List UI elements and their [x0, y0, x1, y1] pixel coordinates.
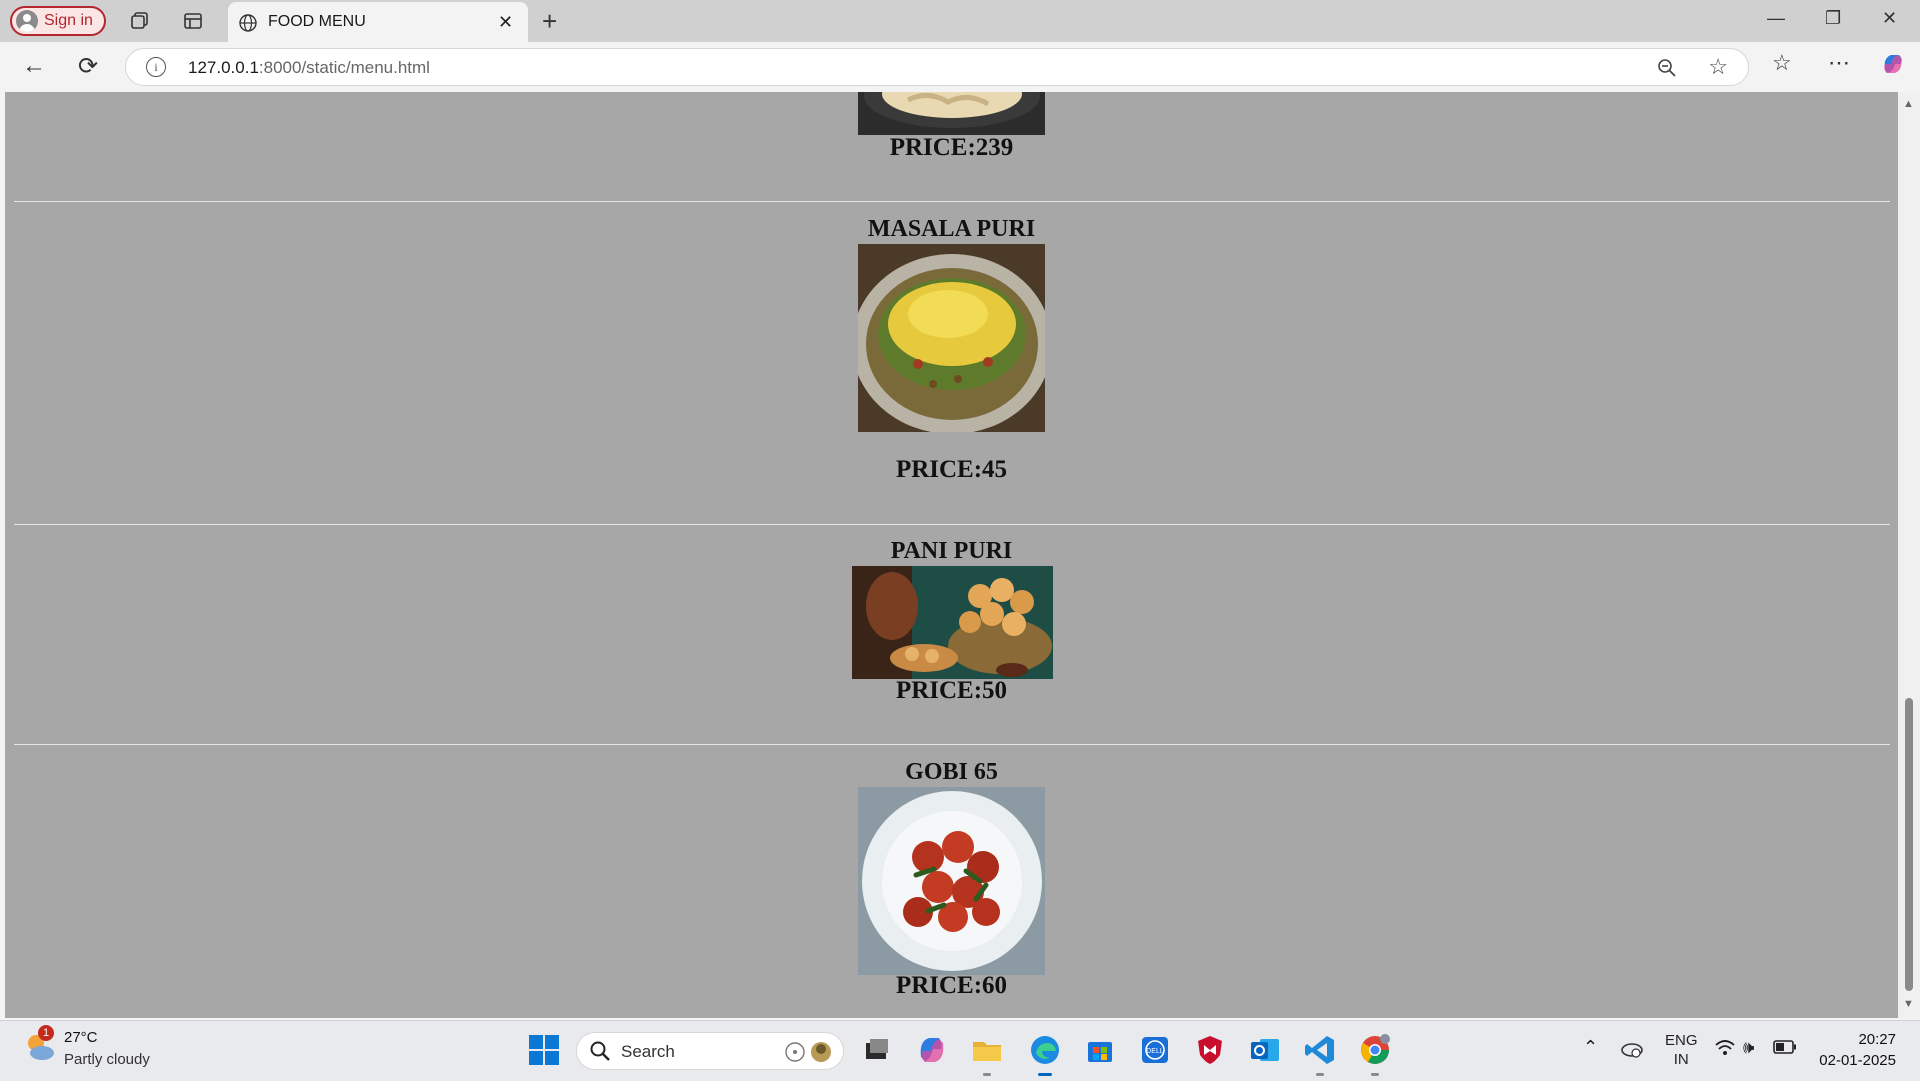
dish-image-pani-puri: [851, 566, 1053, 679]
browser-toolbar: ← ⟳ i 127.0.0.1:8000/static/menu.html ☆ …: [0, 42, 1920, 92]
page-scrollbar[interactable]: ▲ ▼: [1898, 92, 1920, 1018]
sign-in-label: Sign in: [44, 12, 93, 29]
battery-icon[interactable]: [1773, 1040, 1797, 1058]
menu-item-pani-puri-price: PRICE:50: [5, 677, 1898, 705]
weather-condition: Partly cloudy: [64, 1051, 150, 1068]
file-explorer-icon[interactable]: [970, 1033, 1004, 1076]
back-icon[interactable]: ←: [22, 52, 46, 80]
minimize-icon[interactable]: —: [1767, 8, 1785, 29]
menu-item-masala-puri-price: PRICE:45: [5, 456, 1898, 484]
menu-item-pani-puri: PANI PURI: [5, 538, 1898, 565]
tab-actions-icon[interactable]: [179, 8, 207, 34]
favorite-star-icon[interactable]: ☆: [1708, 54, 1728, 80]
tab-food-menu[interactable]: FOOD MENU ✕: [228, 2, 528, 42]
region-code: IN: [1673, 1051, 1689, 1068]
dish-price: PRICE:45: [895, 456, 1008, 483]
sign-in-button[interactable]: Sign in: [10, 6, 106, 36]
show-hidden-icons-chevron-icon[interactable]: ⌃: [1583, 1037, 1598, 1058]
tab-title: FOOD MENU: [268, 13, 366, 30]
copilot-icon[interactable]: [1879, 50, 1907, 84]
chrome-icon[interactable]: [1358, 1033, 1392, 1076]
tab-strip: Sign in FOOD MENU ✕ + — ❐ ✕: [0, 0, 1920, 42]
profile-avatar-icon: [16, 10, 38, 32]
onedrive-sync-icon[interactable]: [1620, 1038, 1644, 1064]
item-divider: [14, 744, 1890, 745]
clock-date: 02-01-2025: [1819, 1052, 1896, 1069]
partly-cloudy-icon: [22, 1035, 58, 1069]
outlook-icon[interactable]: [1248, 1033, 1282, 1067]
notification-badge: 1: [38, 1025, 54, 1041]
new-tab-icon[interactable]: +: [542, 6, 557, 37]
dish-name: GOBI 65: [905, 759, 998, 785]
language-indicator[interactable]: ENG IN: [1665, 1031, 1698, 1069]
menu-item-masala-puri: MASALA PURI: [5, 216, 1898, 243]
edge-browser-icon[interactable]: [1028, 1033, 1062, 1076]
globe-icon: [238, 13, 258, 38]
menu-item-gobi-65: GOBI 65: [5, 759, 1898, 786]
zoom-out-icon[interactable]: [1656, 57, 1678, 84]
dish-price: PRICE:60: [895, 972, 1008, 999]
windows-taskbar: 1 27°C Partly cloudy Search DELL ⌃ ENG I…: [0, 1020, 1920, 1081]
svg-text:DELL: DELL: [1146, 1048, 1164, 1055]
dish-name: MASALA PURI: [867, 216, 1036, 242]
favorites-icon[interactable]: ☆: [1772, 50, 1792, 76]
copilot-app-icon[interactable]: [915, 1033, 949, 1067]
microsoft-store-icon[interactable]: [1083, 1033, 1117, 1067]
more-options-icon[interactable]: ⋯: [1828, 50, 1850, 76]
scrollbar-thumb[interactable]: [1905, 698, 1913, 991]
taskbar-search[interactable]: Search: [576, 1032, 844, 1070]
dish-image-previous: [857, 92, 1045, 135]
search-icon: [589, 1040, 611, 1067]
task-view-icon[interactable]: [860, 1033, 894, 1067]
item-divider: [14, 201, 1890, 202]
dish-price: PRICE:50: [895, 677, 1008, 704]
site-info-icon[interactable]: i: [146, 57, 166, 77]
weather-widget[interactable]: 1 27°C Partly cloudy: [22, 1025, 150, 1070]
windows-start-icon[interactable]: [527, 1033, 561, 1067]
dish-image-masala-puri: [857, 244, 1045, 432]
search-highlight-icon: [783, 1039, 835, 1070]
volume-icon[interactable]: 🕪: [1743, 1037, 1754, 1058]
page-viewport: PRICE:239 MASALA PURI PRICE:45 PANI PURI: [5, 92, 1898, 1018]
menu-item-gobi-65-price: PRICE:60: [5, 972, 1898, 1000]
close-tab-icon[interactable]: ✕: [498, 12, 513, 33]
refresh-icon[interactable]: ⟳: [78, 52, 98, 81]
clock-time: 20:27: [1858, 1031, 1896, 1048]
search-label: Search: [621, 1042, 675, 1061]
dell-icon[interactable]: DELL: [1138, 1033, 1172, 1067]
item-divider: [14, 524, 1890, 525]
language-code: ENG: [1665, 1032, 1698, 1049]
mcafee-icon[interactable]: [1193, 1033, 1227, 1067]
dish-name: PANI PURI: [890, 538, 1013, 564]
restore-icon[interactable]: ❐: [1825, 8, 1841, 29]
address-bar[interactable]: i 127.0.0.1:8000/static/menu.html ☆: [125, 48, 1749, 86]
menu-item-previous: PRICE:239: [5, 134, 1898, 162]
temperature: 27°C: [64, 1029, 98, 1046]
dish-price: PRICE:239: [889, 134, 1014, 161]
vscode-icon[interactable]: [1303, 1033, 1337, 1076]
scroll-down-arrow-icon[interactable]: ▼: [1903, 998, 1914, 1010]
url-text: 127.0.0.1:8000/static/menu.html: [188, 58, 430, 77]
workspaces-icon[interactable]: [126, 8, 154, 34]
dish-image-gobi-65: [857, 787, 1045, 975]
wifi-icon[interactable]: [1714, 1039, 1736, 1061]
scroll-up-arrow-icon[interactable]: ▲: [1903, 98, 1914, 110]
close-window-icon[interactable]: ✕: [1882, 8, 1897, 29]
system-clock[interactable]: 20:27 02-01-2025: [1810, 1029, 1896, 1071]
